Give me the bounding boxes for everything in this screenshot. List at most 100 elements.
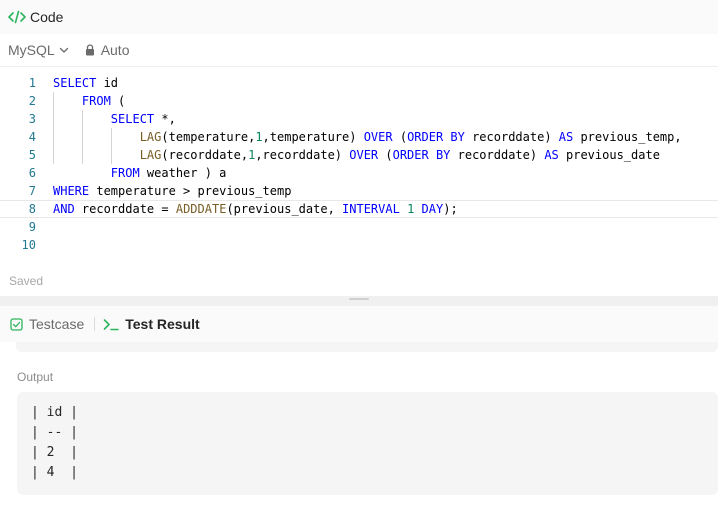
code-panel-title: Code xyxy=(30,9,64,25)
code-token: (temperature, xyxy=(161,130,256,144)
output-line: | -- | xyxy=(31,425,78,440)
output-line: | id | xyxy=(31,405,78,420)
tab-testcase-label: Testcase xyxy=(29,316,85,332)
code-line[interactable]: 9 xyxy=(0,218,718,236)
code-token: ); xyxy=(443,202,458,216)
code-text: SELECT *, xyxy=(53,110,176,128)
code-token: SELECT xyxy=(110,112,155,126)
code-text: FROM ( xyxy=(53,92,125,110)
code-token: previous_temp, xyxy=(573,130,682,144)
tab-divider xyxy=(94,317,96,331)
auto-mode-toggle[interactable]: Auto xyxy=(85,42,130,58)
code-token: ORDER BY xyxy=(407,130,465,144)
code-token: AND xyxy=(53,202,75,216)
code-token: OVER xyxy=(349,148,379,162)
resize-grip xyxy=(349,298,369,300)
code-token: ADDDATE xyxy=(175,202,227,216)
code-token: WHERE xyxy=(53,184,90,198)
code-token: FROM xyxy=(110,166,140,180)
tab-test-result[interactable]: Test Result xyxy=(103,316,200,332)
code-token: 1 xyxy=(255,130,263,144)
code-token: ( xyxy=(110,94,126,108)
code-text: WHERE temperature > previous_temp xyxy=(53,182,291,200)
code-token: LAG xyxy=(139,148,162,162)
code-token: ( xyxy=(392,130,408,144)
lock-icon xyxy=(85,44,95,56)
code-token: AS xyxy=(544,148,559,162)
code-text: SELECT id xyxy=(53,74,118,92)
code-line[interactable]: 5 LAG(recorddate,1,recorddate) OVER (ORD… xyxy=(0,146,718,164)
line-number: 6 xyxy=(28,166,36,180)
line-number: 4 xyxy=(28,130,36,144)
code-line[interactable]: 7 WHERE temperature > previous_temp xyxy=(0,182,718,200)
code-token: recorddate xyxy=(74,202,162,216)
code-token: ,temperature) xyxy=(262,130,364,144)
code-token: AS xyxy=(558,130,574,144)
code-token: ORDER BY xyxy=(392,148,451,162)
code-line[interactable]: 10 xyxy=(0,236,718,254)
code-brackets-icon xyxy=(8,10,26,24)
code-line[interactable]: 2 FROM ( xyxy=(0,92,718,110)
tab-test-result-label: Test Result xyxy=(125,316,200,332)
code-line[interactable]: 6 FROM weather ) a xyxy=(0,164,718,182)
tab-testcase[interactable]: Testcase xyxy=(10,316,84,332)
language-select[interactable]: MySQL xyxy=(8,42,69,58)
code-token: weather ) a xyxy=(139,166,227,180)
code-token: FROM xyxy=(81,94,111,108)
language-select-value: MySQL xyxy=(8,42,55,58)
code-token: previous_date xyxy=(558,148,660,162)
code-token: SELECT xyxy=(53,76,97,90)
code-token: previous_temp xyxy=(190,184,292,198)
auto-mode-label: Auto xyxy=(100,42,130,58)
panel-resize-handle[interactable] xyxy=(0,296,718,306)
code-token: DAY xyxy=(421,202,444,216)
code-token: ( xyxy=(378,148,393,162)
code-token: (previous_date, xyxy=(226,202,343,216)
code-token: id xyxy=(96,76,119,90)
line-number: 1 xyxy=(28,76,36,90)
line-number: 3 xyxy=(28,112,36,126)
code-line[interactable]: 8 AND recorddate = ADDDATE(previous_date,… xyxy=(0,200,718,218)
code-token: OVER xyxy=(363,130,393,144)
test-panel: Testcase Test Result Output | id | | -- … xyxy=(0,306,718,509)
code-line[interactable]: 4 LAG(temperature,1,temperature) OVER (O… xyxy=(0,128,718,146)
code-line[interactable]: 1 SELECT id xyxy=(0,74,718,92)
code-editor[interactable]: 1 SELECT id 2 FROM (3 SELECT *, 4 LAG(tempe… xyxy=(0,74,718,254)
line-number: 5 xyxy=(28,148,36,162)
code-token: (recorddate, xyxy=(161,148,249,162)
code-token: temperature xyxy=(89,184,184,198)
line-number: 10 xyxy=(21,238,36,252)
app-window: Code MySQL Auto 1 SELECT id 2 FROM (3 S… xyxy=(0,0,718,509)
code-token: LAG xyxy=(139,130,162,144)
code-panel-header: Code xyxy=(0,0,718,34)
output-label: Output xyxy=(17,370,54,384)
code-token: recorddate) xyxy=(450,148,545,162)
code-text: FROM weather ) a xyxy=(53,164,227,182)
output-line: | 2 | xyxy=(31,445,78,460)
code-text: AND recorddate = ADDDATE(previous_date, … xyxy=(53,201,458,217)
line-number: 9 xyxy=(28,220,36,234)
test-panel-tabs: Testcase Test Result xyxy=(0,306,718,342)
editor-toolbar: MySQL Auto xyxy=(0,34,718,67)
code-panel: Code MySQL Auto 1 SELECT id 2 FROM (3 S… xyxy=(0,0,718,296)
output-box: | id | | -- | | 2 | | 4 | xyxy=(17,392,718,495)
output-line: | 4 | xyxy=(31,465,78,480)
chevron-down-icon xyxy=(59,45,69,55)
code-token: *, xyxy=(154,112,176,126)
code-text: LAG(recorddate,1,recorddate) OVER (ORDER… xyxy=(53,146,660,164)
checkbox-icon xyxy=(10,317,23,331)
line-number: 2 xyxy=(28,94,36,108)
line-number: 7 xyxy=(28,184,36,198)
code-line[interactable]: 3 SELECT *, xyxy=(0,110,718,128)
code-text: LAG(temperature,1,temperature) OVER (ORD… xyxy=(53,128,682,146)
code-token: ,recorddate) xyxy=(255,148,350,162)
line-number: 8 xyxy=(28,202,36,216)
